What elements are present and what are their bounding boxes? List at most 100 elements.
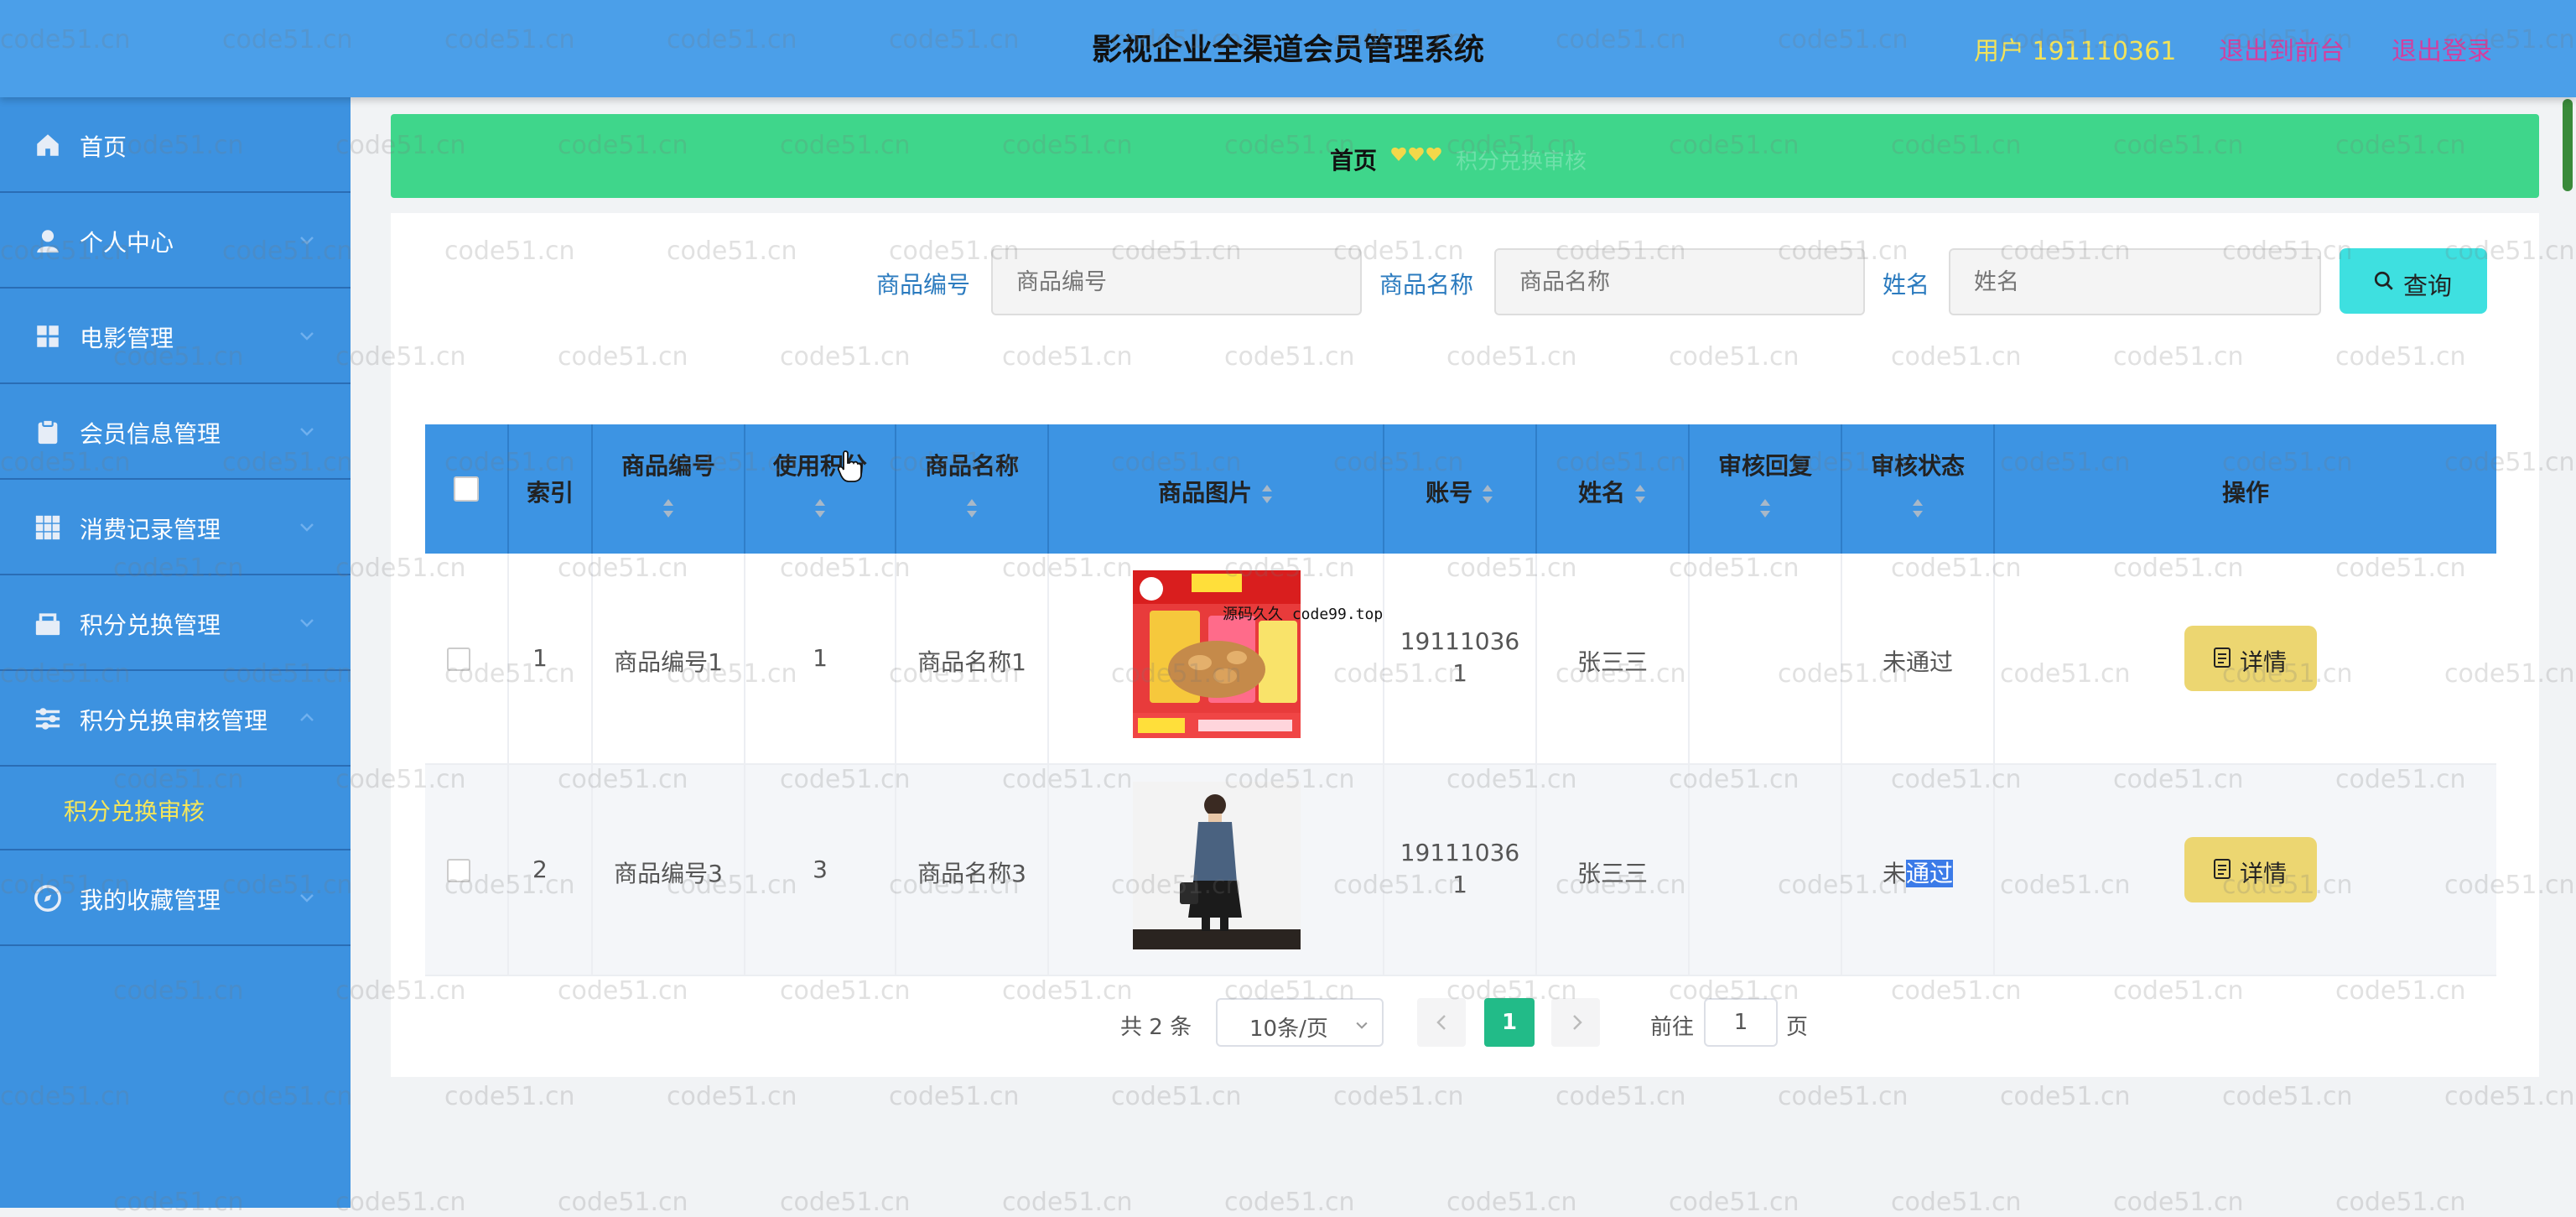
scrollbar-thumb[interactable] [2563,99,2573,191]
prev-page-button[interactable] [1417,998,1466,1047]
header-product-code[interactable]: 商品编号 [593,424,745,554]
header-product-name[interactable]: 商品名称 [896,424,1049,554]
sidebar-item-consumption-records[interactable]: 消费记录管理 [0,480,351,575]
sort-icon[interactable] [965,497,979,519]
cell-points-used: 3 [745,765,896,976]
sidebar-item-label: 会员信息管理 [80,420,221,448]
header-product-name-label: 商品名称 [924,452,1019,480]
chevron-down-icon [300,619,314,627]
chevron-down-icon [300,428,314,436]
header-points-used-label: 使用积分 [772,452,867,480]
header-select-all-cell [425,424,509,554]
account-text-line2: 1 [1452,659,1467,687]
row-checkbox[interactable] [447,648,470,671]
account-text-line1: 19111036 [1400,839,1520,866]
row-checkbox[interactable] [447,859,470,882]
goto-page-input[interactable] [1704,998,1778,1047]
cell-product-image [1049,554,1384,765]
header-review-status[interactable]: 审核状态 [1842,424,1995,554]
person-name-input[interactable] [1949,248,2321,315]
select-all-checkbox[interactable] [454,476,479,502]
sidebar-item-label: 积分兑换审核管理 [80,707,268,735]
image-overlay-text: 源码久久 code99.top [1223,606,1384,623]
watermark-text: code51.cn [1891,1188,2022,1217]
header-product-image[interactable]: 商品图片 [1049,424,1384,554]
back-to-front-link[interactable]: 退出到前台 [2219,30,2345,67]
watermark-text: code51.cn [1555,1082,1686,1111]
detail-button[interactable]: 详情 [2184,626,2317,691]
detail-button[interactable]: 详情 [2184,837,2317,902]
product-image-snacks[interactable] [1133,570,1301,738]
cell-review-reply [1690,765,1842,976]
page-number-current[interactable]: 1 [1484,998,1535,1047]
watermark-text: code51.cn [889,1082,1020,1111]
person-name-label: 姓名 [1883,271,1930,299]
sort-icon[interactable] [813,497,827,519]
cell-person-name: 张三三 [1537,554,1690,765]
chevron-down-icon [300,523,314,532]
product-image-fashion[interactable] [1133,782,1301,949]
cell-review-status: 未通过 [1842,554,1995,765]
cell-person-name: 张三三 [1537,765,1690,976]
top-header: 影视企业全渠道会员管理系统 用户 191110361 退出到前台 退出登录 [0,0,2576,97]
sort-icon[interactable] [1758,497,1772,519]
sort-icon[interactable] [662,497,675,519]
system-title: 影视企业全渠道会员管理系统 [1091,33,1484,67]
hand-cursor-icon [837,450,862,482]
sidebar-item-points-exchange-review[interactable]: 积分兑换审核管理 [0,671,351,767]
header-points-used[interactable]: 使用积分 [745,424,896,554]
submenu-item-points-exchange-review[interactable]: 积分兑换审核 [0,767,351,850]
sidebar-item-label: 首页 [80,133,127,161]
watermark-text: code51.cn [2444,1082,2575,1111]
header-person-name[interactable]: 姓名 [1537,424,1690,554]
user-icon [37,230,59,253]
breadcrumb-home[interactable]: 首页 [1330,143,1377,176]
sort-icon[interactable] [1911,497,1924,519]
header-account[interactable]: 账号 [1384,424,1537,554]
header-account-label: 账号 [1384,475,1535,508]
sort-icon[interactable] [1481,483,1494,505]
watermark-text: code51.cn [558,1188,688,1217]
watermark-text: code51.cn [2335,1188,2466,1217]
next-page-button[interactable] [1551,998,1600,1047]
sidebar-item-personal-center[interactable]: 个人中心 [0,193,351,289]
chevron-down-icon [1356,1022,1368,1029]
chevron-left-icon [1436,1015,1446,1030]
chevron-right-icon [1573,1015,1582,1030]
product-code-input[interactable] [991,248,1362,315]
sidebar-item-home[interactable]: 首页 [0,97,351,193]
cell-product-code: 商品编号3 [593,765,745,976]
hearts-separator-icon [1391,147,1441,161]
sidebar-item-points-exchange[interactable]: 积分兑换管理 [0,575,351,671]
submenu-item-label: 积分兑换审核 [64,798,205,825]
search-button[interactable]: 查询 [2340,248,2487,314]
watermark-text: code51.cn [1333,1082,1464,1111]
row-select-cell [425,554,509,765]
product-code-label: 商品编号 [876,271,971,299]
chevron-up-icon [300,713,314,721]
sidebar-item-label: 我的收藏管理 [80,887,221,914]
product-name-label: 商品名称 [1379,271,1474,299]
page-size-select[interactable]: 10条/页 [1216,998,1384,1047]
header-review-status-label: 审核状态 [1870,452,1965,480]
header-product-code-label: 商品编号 [621,452,715,480]
page-unit-label: 页 [1786,1015,1809,1040]
page-size-value: 10条/页 [1249,1017,1328,1042]
product-name-input[interactable] [1494,248,1865,315]
sort-icon[interactable] [1633,483,1647,505]
document-icon [2214,859,2231,879]
sort-icon[interactable] [1260,483,1274,505]
header-actions-label: 操作 [2221,479,2269,507]
cell-index: 2 [509,765,593,976]
header-index-label: 索引 [526,479,574,507]
sidebar-item-favorites[interactable]: 我的收藏管理 [0,850,351,946]
sidebar-item-member-info[interactable]: 会员信息管理 [0,384,351,480]
logout-link[interactable]: 退出登录 [2392,30,2492,67]
search-button-label: 查询 [2403,273,2453,300]
breadcrumb-current: 积分兑换审核 [1456,149,1587,174]
cell-account: 19111036 1 [1384,554,1537,765]
detail-button-label: 详情 [2240,649,2288,675]
header-review-reply[interactable]: 审核回复 [1690,424,1842,554]
sidebar-item-label: 电影管理 [80,325,174,352]
sidebar-item-movie-management[interactable]: 电影管理 [0,289,351,384]
